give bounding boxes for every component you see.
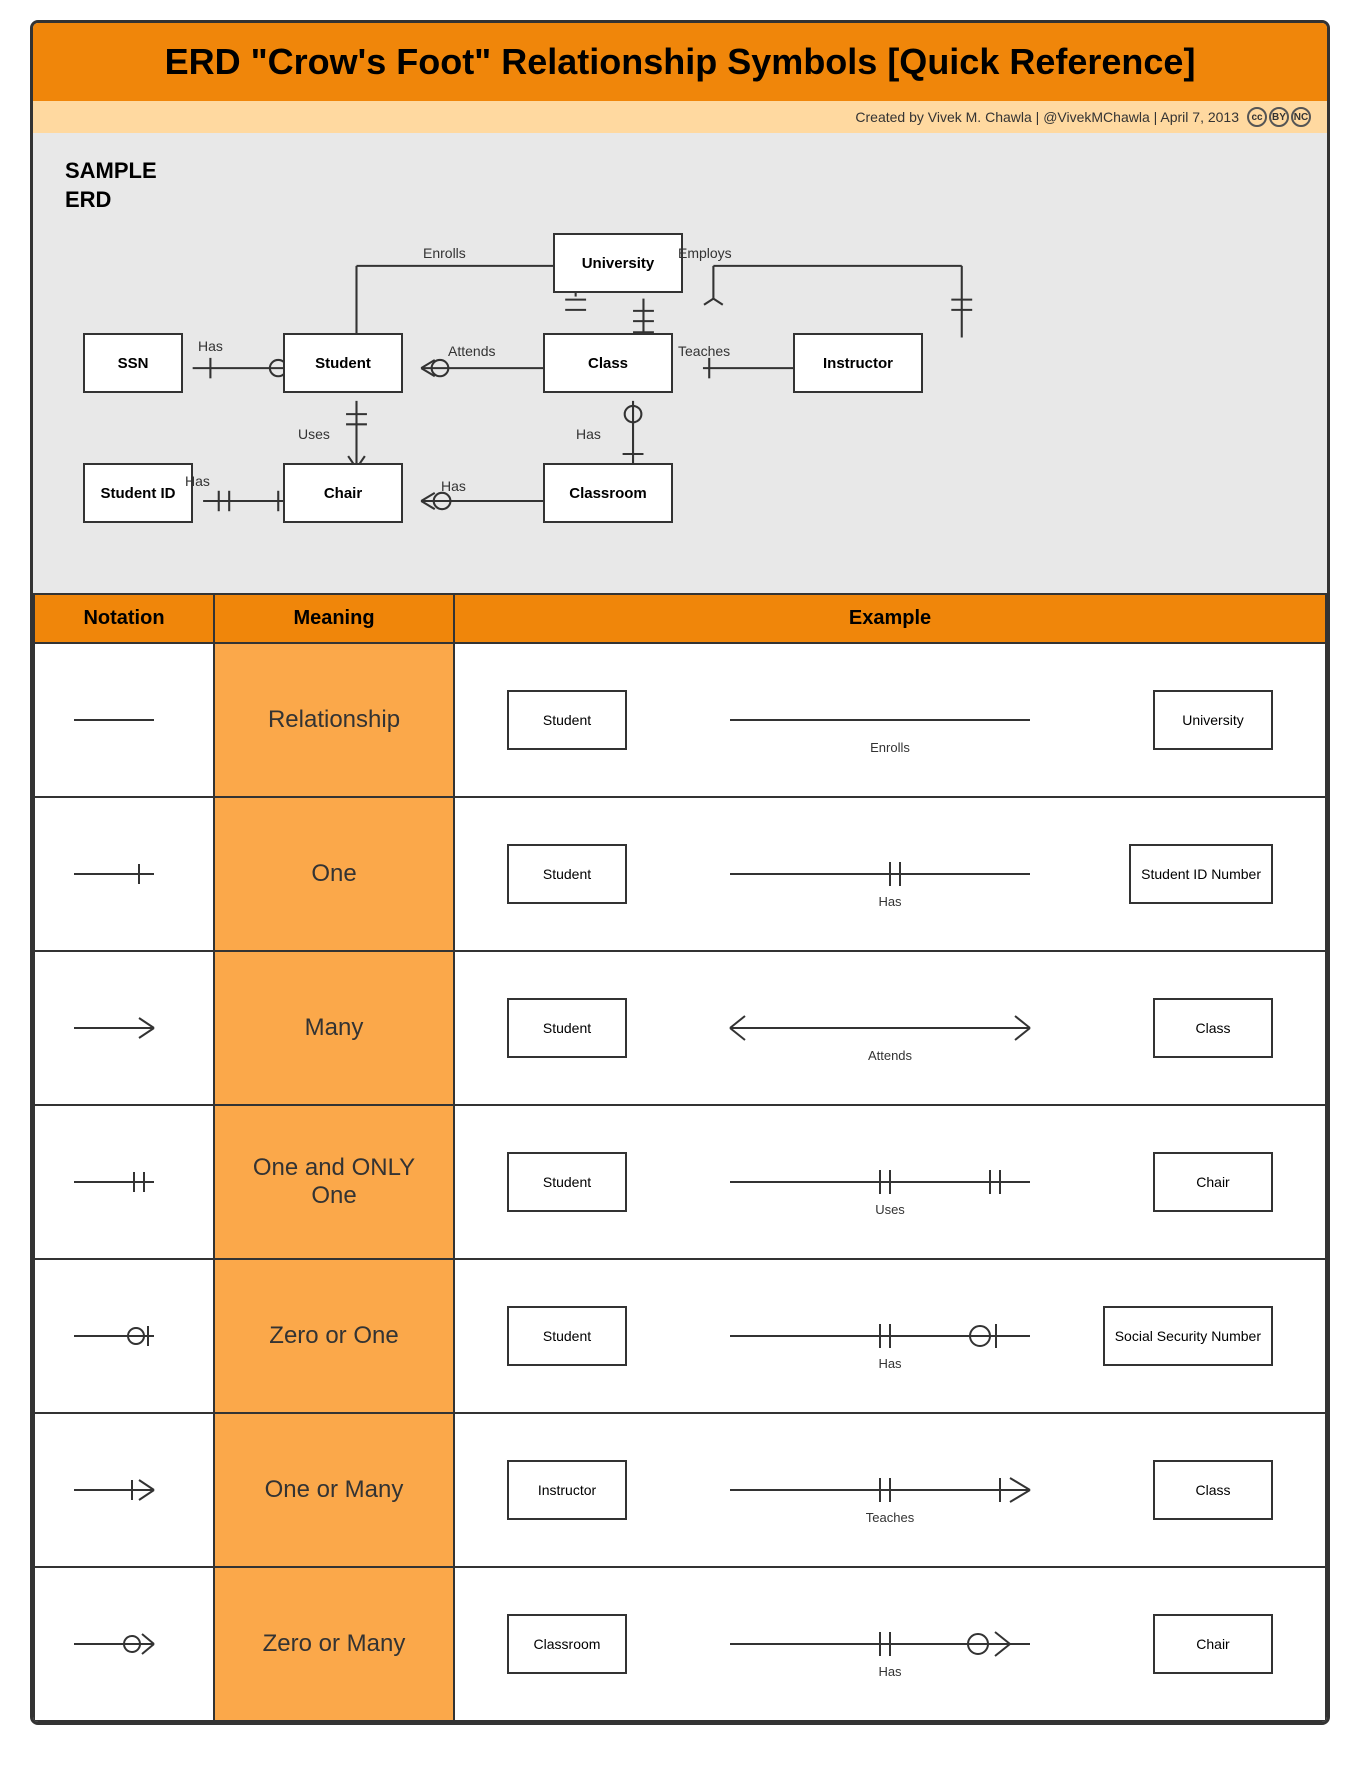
example-label: Has [878, 1664, 901, 1679]
example-entity-left: Student [507, 844, 627, 904]
subtitle-bar: Created by Vivek M. Chawla | @VivekMChaw… [33, 101, 1327, 133]
example-label: Uses [875, 1202, 905, 1217]
rel-employs: Employs [678, 245, 732, 261]
entity-university: University [553, 233, 683, 293]
example-cell: Student Chair Uses [454, 1105, 1326, 1259]
header-meaning: Meaning [214, 594, 454, 643]
example-cell: Instructor Class Teaches [454, 1413, 1326, 1567]
rel-attends: Attends [448, 343, 495, 359]
table-row: One Student Student ID Number Has [34, 797, 1326, 951]
example-entity-right: Chair [1153, 1614, 1273, 1674]
example-cell: Student Social Security Number Has [454, 1259, 1326, 1413]
example-entity-left: Student [507, 998, 627, 1058]
notation-symbol [34, 1259, 214, 1413]
example-label: Has [878, 894, 901, 909]
meaning-cell: Zero or One [214, 1259, 454, 1413]
example-label: Attends [868, 1048, 912, 1063]
entity-class: Class [543, 333, 673, 393]
rel-has-classroom: Has [576, 426, 601, 442]
table-row: Zero or One Student Social Security Number… [34, 1259, 1326, 1413]
example-entity-left: Student [507, 690, 627, 750]
meaning-cell: Many [214, 951, 454, 1105]
example-label: Enrolls [870, 740, 910, 755]
rel-has-chair: Has [441, 478, 466, 494]
erd-sample-area: SAMPLEERD Student (one-and-only on SSN s… [33, 133, 1327, 593]
notation-symbol [34, 797, 214, 951]
rel-uses: Uses [298, 426, 330, 442]
rel-enrolls: Enrolls [423, 245, 466, 261]
entity-student: Student [283, 333, 403, 393]
example-entity-left: Student [507, 1152, 627, 1212]
notation-table: Notation Meaning Example RelationshipStu… [33, 593, 1327, 1722]
page-title: ERD "Crow's Foot" Relationship Symbols [… [57, 41, 1303, 83]
notation-symbol [34, 1413, 214, 1567]
example-label: Teaches [866, 1510, 914, 1525]
rel-has-ssn: Has [198, 338, 223, 354]
meaning-cell: One or Many [214, 1413, 454, 1567]
example-label: Has [878, 1356, 901, 1371]
rel-teaches: Teaches [678, 343, 730, 359]
example-cell: Student Student ID Number Has [454, 797, 1326, 951]
entity-ssn: SSN [83, 333, 183, 393]
cc-icons: cc BY NC [1247, 107, 1311, 127]
example-entity-left: Classroom [507, 1614, 627, 1674]
erd-connections: Student (one-and-only on SSN side, zero-… [33, 133, 1327, 593]
header-notation: Notation [34, 594, 214, 643]
example-entity-right: Class [1153, 1460, 1273, 1520]
example-entity-right: Chair [1153, 1152, 1273, 1212]
example-entity-left: Instructor [507, 1460, 627, 1520]
entity-student-id: Student ID [83, 463, 193, 523]
meaning-cell: Zero or Many [214, 1567, 454, 1721]
table-row: One or Many Instructor Class Teaches [34, 1413, 1326, 1567]
table-row: Zero or Many Classroom Chair Has [34, 1567, 1326, 1721]
example-cell: Student Class Attends [454, 951, 1326, 1105]
table-row: Many Student Class Attends [34, 951, 1326, 1105]
entity-classroom: Classroom [543, 463, 673, 523]
entity-chair: Chair [283, 463, 403, 523]
example-entity-left: Student [507, 1306, 627, 1366]
table-header-row: Notation Meaning Example [34, 594, 1326, 643]
title-bar: ERD "Crow's Foot" Relationship Symbols [… [33, 23, 1327, 101]
subtitle-text: Created by Vivek M. Chawla | @VivekMChaw… [855, 109, 1239, 125]
example-cell: Student University Enrolls [454, 643, 1326, 797]
rel-has-studentid: Has [185, 473, 210, 489]
notation-symbol [34, 951, 214, 1105]
notation-symbol [34, 643, 214, 797]
entity-instructor: Instructor [793, 333, 923, 393]
example-entity-right: Social Security Number [1103, 1306, 1273, 1366]
example-cell: Classroom Chair Has [454, 1567, 1326, 1721]
notation-symbol [34, 1567, 214, 1721]
by-icon: BY [1269, 107, 1289, 127]
table-row: Relationship Student University Enrolls [34, 643, 1326, 797]
header-example: Example [454, 594, 1326, 643]
notation-symbol [34, 1105, 214, 1259]
nc-icon: NC [1291, 107, 1311, 127]
cc-icon: cc [1247, 107, 1267, 127]
meaning-cell: One [214, 797, 454, 951]
table-row: One and ONLY One Student Chair Uses [34, 1105, 1326, 1259]
meaning-cell: One and ONLY One [214, 1105, 454, 1259]
example-entity-right: Class [1153, 998, 1273, 1058]
meaning-cell: Relationship [214, 643, 454, 797]
example-entity-right: University [1153, 690, 1273, 750]
example-entity-right: Student ID Number [1129, 844, 1273, 904]
